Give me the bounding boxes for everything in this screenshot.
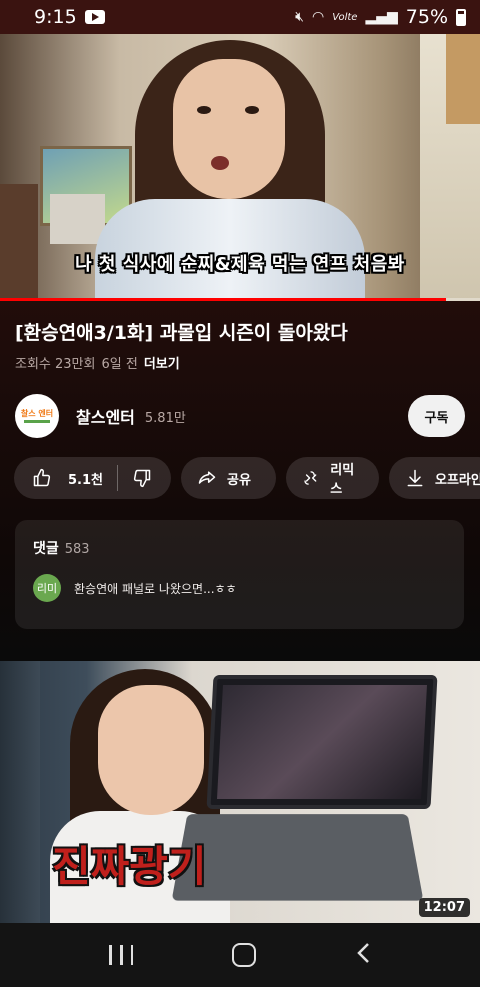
like-count[interactable]: 5.1천 [68, 469, 103, 488]
mute-icon: 🔇︎ [295, 9, 304, 25]
channel-avatar[interactable]: 찰스 엔터 [15, 394, 59, 438]
next-video-thumbnail[interactable]: 진짜광기 12:07 [0, 661, 480, 923]
video-progress-bar[interactable] [0, 298, 480, 301]
video-title[interactable]: [환승연애3/1화] 과몰입 시즌이 돌아왔다 [15, 318, 465, 345]
top-comment[interactable]: 리미 환승연애 패널로 나왔으면...ㅎㅎ [33, 574, 446, 602]
video-frame-box [50, 194, 105, 244]
youtube-notification-icon [84, 10, 105, 24]
channel-name[interactable]: 찰스엔터 [76, 404, 135, 428]
share-button[interactable]: 공유 [181, 457, 276, 499]
download-icon [407, 469, 423, 487]
thumbs-up-icon[interactable] [32, 468, 52, 488]
video-frame-door [446, 34, 480, 124]
thumbnail-laptop [206, 675, 438, 809]
thumbnail-face [98, 685, 204, 815]
comments-card[interactable]: 댓글 583 리미 환승연애 패널로 나왔으면...ㅎㅎ [15, 520, 464, 629]
video-player[interactable]: 나 첫 식사에 순찌&제육 먹는 연프 처음봐 [0, 34, 480, 301]
like-divider [117, 465, 118, 491]
thumbnail-caption: 진짜광기 [52, 842, 207, 891]
video-duration-badge: 12:07 [418, 898, 470, 917]
signal-icon: ▂▄▆ [365, 9, 398, 25]
home-button[interactable] [231, 943, 256, 967]
action-bar: 5.1천 공유 리믹스 오프라인 [14, 457, 480, 499]
battery-icon [456, 8, 466, 26]
comments-count: 583 [64, 542, 90, 557]
thumbs-down-icon[interactable] [132, 468, 152, 488]
comments-label: 댓글 [33, 541, 59, 557]
subscriber-count: 5.81만 [144, 410, 186, 426]
subscribe-button[interactable]: 구독 [408, 395, 465, 437]
wifi-icon: ◠ [312, 9, 325, 25]
view-count: 조회수 23만회 [15, 357, 96, 372]
video-frame-shelf [0, 184, 38, 301]
status-bar: 9:15 🔇︎ ◠ Volte ▂▄▆ 75% [0, 0, 480, 34]
status-time: 9:15 [34, 6, 77, 28]
battery-percent: 75% [405, 6, 448, 28]
video-meta[interactable]: 조회수 23만회 6일 전 더보기 [15, 353, 180, 372]
remix-button[interactable]: 리믹스 [286, 457, 379, 499]
more-button[interactable]: 더보기 [144, 353, 180, 372]
like-dislike-group: 5.1천 [14, 457, 171, 499]
share-icon [198, 471, 216, 484]
offline-download-button[interactable]: 오프라인 [389, 457, 480, 499]
upload-age: 6일 전 [101, 357, 138, 372]
comment-avatar: 리미 [33, 574, 61, 602]
back-button[interactable] [355, 941, 371, 969]
comment-text: 환승연애 패널로 나왔으면...ㅎㅎ [74, 581, 237, 596]
video-subtitle: 나 첫 식사에 순찌&제육 먹는 연프 처음봐 [75, 254, 405, 275]
recents-button[interactable] [109, 945, 134, 965]
channel-row[interactable]: 찰스 엔터 찰스엔터 5.81만 구독 [15, 394, 465, 438]
back-arrow-icon [356, 943, 369, 963]
remix-icon [304, 471, 317, 485]
system-nav-bar [0, 923, 480, 987]
volte-label: Volte [332, 11, 358, 23]
video-progress-fill [0, 298, 447, 301]
